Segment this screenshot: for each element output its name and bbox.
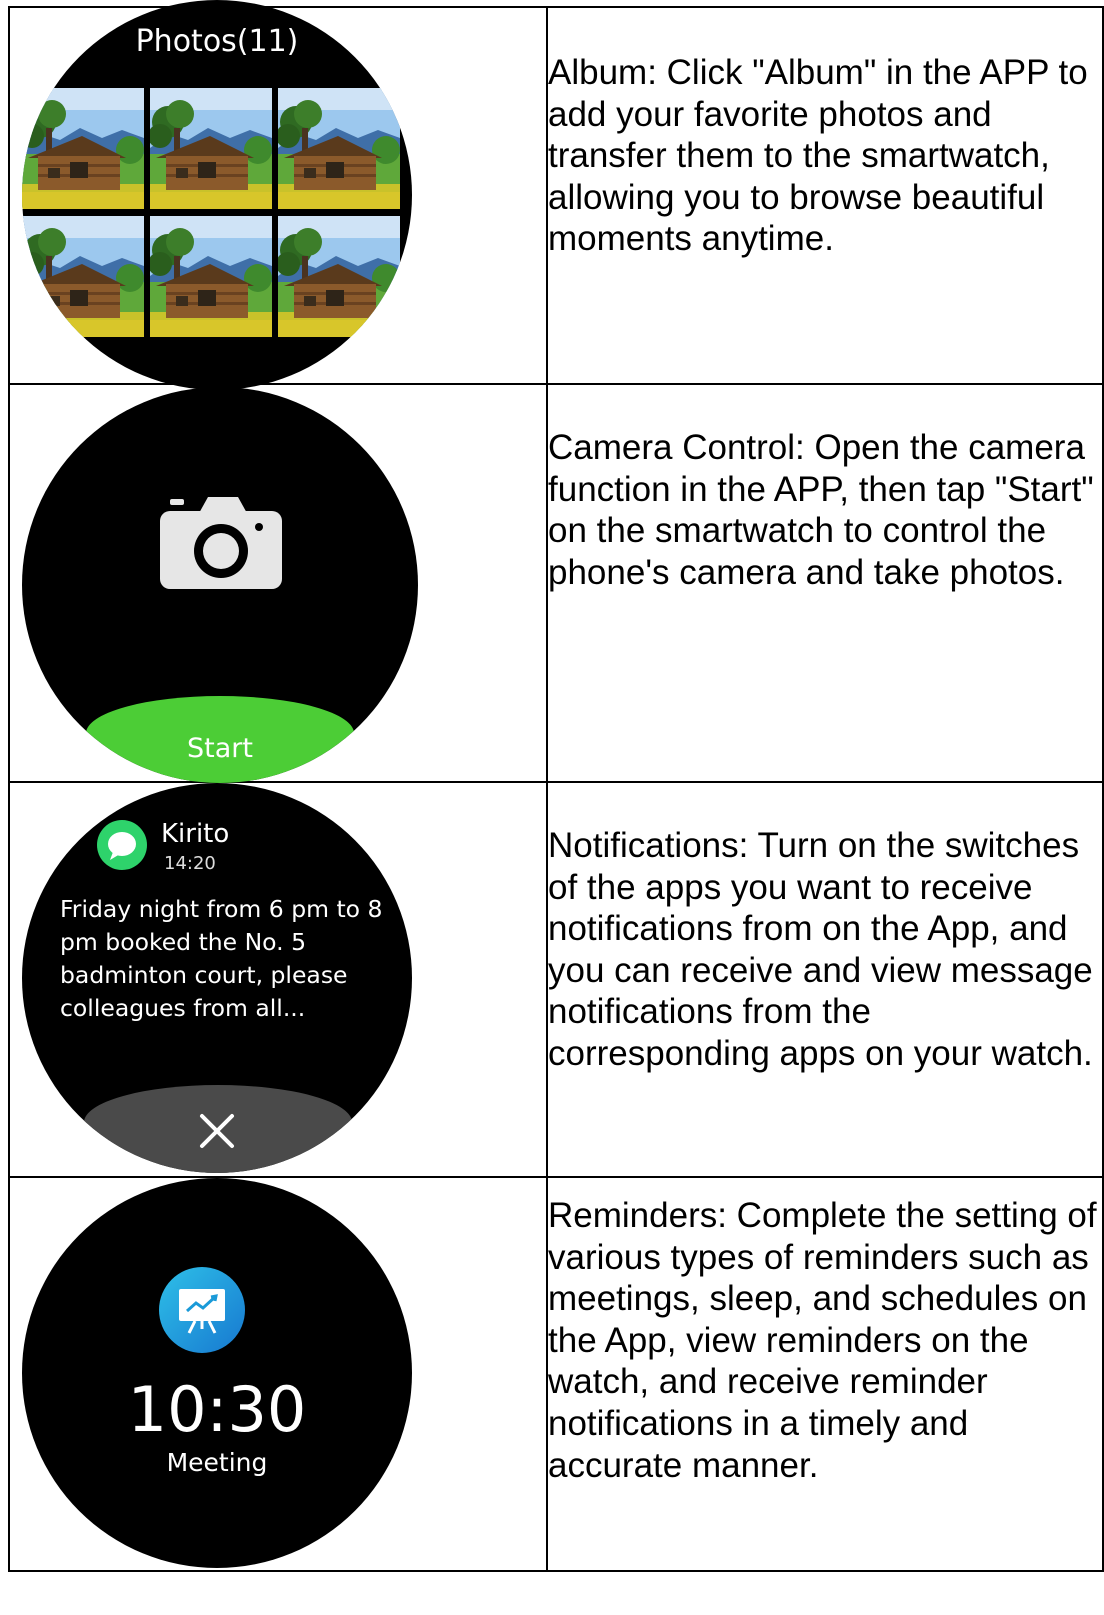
message-app-icon [97,820,147,870]
feature-row-reminders: 10:30 Meeting Reminders: Complete the se… [8,1176,1104,1572]
album-text-cell: Album: Click "Album" in the APP to add y… [546,6,1104,385]
feature-row-camera: Start Camera Control: Open the camera fu… [8,383,1104,783]
camera-icon [160,497,282,589]
presentation-chart-icon [159,1267,245,1353]
camera-image-cell: Start [8,383,548,783]
reminder-time: 10:30 [127,1373,307,1446]
album-watch-screen: Photos(11) [22,0,412,390]
reminders-text-cell: Reminders: Complete the setting of vario… [546,1176,1104,1572]
reminders-image-cell: 10:30 Meeting [8,1176,548,1572]
notifications-description: Notifications: Turn on the switches of t… [548,826,1093,1073]
feature-table: Photos(11) Album: Click "Album" in the A… [8,0,1104,1572]
feature-row-album: Photos(11) Album: Click "Album" in the A… [8,0,1104,390]
message-time: 14:20 [164,853,216,874]
photo-thumbnail[interactable] [22,216,144,337]
album-image-cell: Photos(11) [8,0,548,390]
reminder-label: Meeting [166,1448,268,1477]
camera-description: Camera Control: Open the camera function… [548,428,1094,592]
notifications-text-cell: Notifications: Turn on the switches of t… [546,781,1104,1178]
album-description: Album: Click "Album" in the APP to add y… [548,53,1088,259]
close-icon[interactable] [199,1113,235,1149]
sender-name: Kirito [161,819,230,849]
photo-thumbnail[interactable] [278,216,400,337]
photo-thumbnail[interactable] [278,88,400,209]
notifications-image-cell: Kirito 14:20 Friday night from 6 pm to 8… [8,781,548,1178]
photo-grid [22,88,412,338]
photo-thumbnail[interactable] [150,216,272,337]
photo-thumbnail[interactable] [22,88,144,209]
reminder-watch-screen: 10:30 Meeting [22,1178,412,1568]
start-button-label: Start [187,733,253,764]
message-text: Friday night from 6 pm to 8 pm booked th… [60,895,383,1022]
camera-watch-screen: Start [22,387,418,783]
reminders-description: Reminders: Complete the setting of vario… [548,1196,1097,1485]
photos-title: Photos(11) [135,24,299,59]
photo-thumbnail[interactable] [150,88,272,209]
feature-row-notifications: Kirito 14:20 Friday night from 6 pm to 8… [8,781,1104,1178]
notification-watch-screen: Kirito 14:20 Friday night from 6 pm to 8… [22,783,412,1173]
camera-text-cell: Camera Control: Open the camera function… [546,383,1104,783]
